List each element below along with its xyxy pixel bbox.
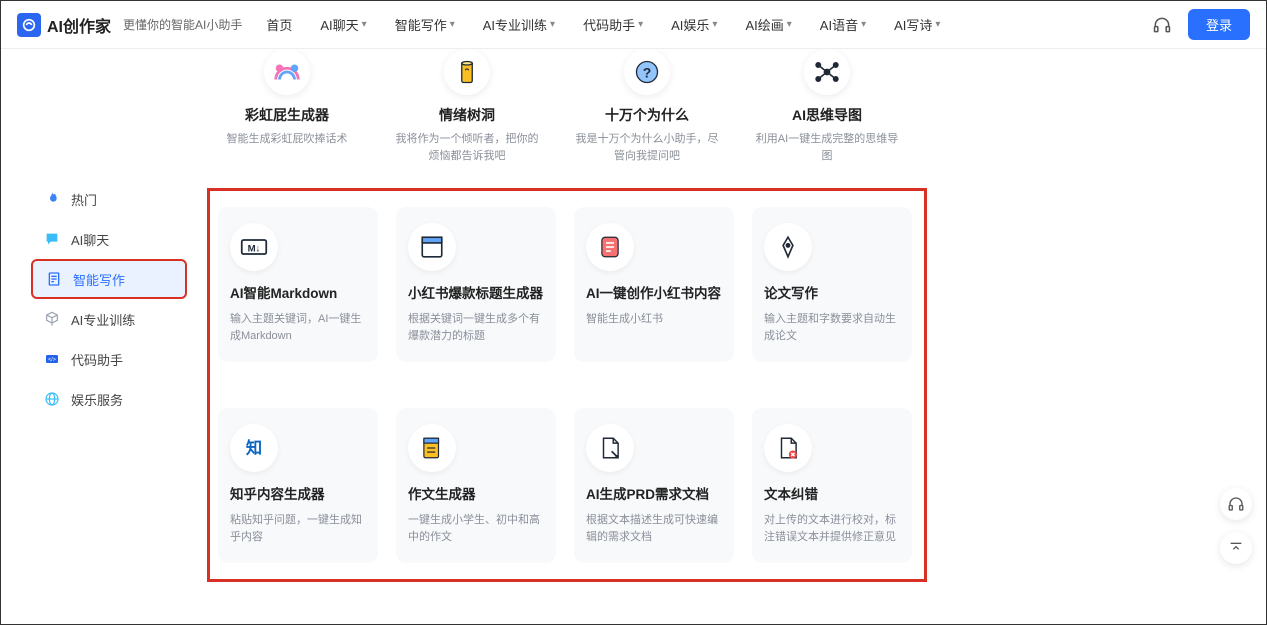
error-doc-icon bbox=[774, 434, 802, 462]
card-title: 小红书爆款标题生成器 bbox=[408, 285, 544, 303]
card-zhihu[interactable]: 知 知乎内容生成器 粘贴知乎问题，一键生成知乎内容 bbox=[218, 408, 378, 563]
logo-icon bbox=[17, 13, 41, 37]
cup-icon bbox=[452, 57, 482, 87]
fire-icon bbox=[43, 190, 61, 208]
nav-code-assistant[interactable]: 代码助手▾ bbox=[583, 15, 643, 34]
essay-icon bbox=[418, 434, 446, 462]
sidebar-item-entertainment[interactable]: 娱乐服务 bbox=[31, 379, 187, 419]
sidebar-item-label: AI专业训练 bbox=[71, 310, 135, 329]
zhihu-icon: 知 bbox=[240, 434, 268, 462]
sidebar-item-label: 代码助手 bbox=[71, 350, 123, 369]
chevron-down-icon: ▾ bbox=[712, 19, 717, 30]
card-desc: 粘贴知乎问题，一键生成知乎内容 bbox=[230, 512, 366, 545]
chevron-down-icon: ▾ bbox=[935, 19, 940, 30]
card-title: 作文生成器 bbox=[408, 486, 544, 504]
card-desc: 根据关键词一键生成多个有爆款潜力的标题 bbox=[408, 311, 544, 344]
svg-text:</>: </> bbox=[48, 357, 56, 363]
card-desc: 对上传的文本进行校对，标注错误文本并提供修正意见 bbox=[764, 512, 900, 545]
chevron-down-icon: ▾ bbox=[362, 19, 367, 30]
logo[interactable]: AI创作家 bbox=[17, 13, 111, 37]
card-desc: 输入主题关键词，AI一键生成Markdown bbox=[230, 311, 366, 344]
chevron-down-icon: ▾ bbox=[861, 19, 866, 30]
markdown-icon: M↓ bbox=[240, 233, 268, 261]
nav-smart-writing[interactable]: 智能写作▾ bbox=[395, 15, 455, 34]
sidebar: 热门 AI聊天 智能写作 AI专业训练 </> 代码助手 bbox=[1, 49, 187, 624]
rainbow-icon bbox=[272, 57, 302, 87]
card-proofread[interactable]: 文本纠错 对上传的文本进行校对，标注错误文本并提供修正意见 bbox=[752, 408, 912, 563]
card-desc: 我是十万个为什么小助手，尽管向我提问吧 bbox=[573, 131, 721, 164]
svg-text:M↓: M↓ bbox=[248, 243, 261, 254]
card-title: 知乎内容生成器 bbox=[230, 486, 366, 504]
chevron-down-icon: ▾ bbox=[550, 19, 555, 30]
card-title: 情绪树洞 bbox=[439, 105, 495, 125]
card-rainbow[interactable]: 彩虹屁生成器 智能生成彩虹屁吹捧话术 bbox=[207, 49, 367, 164]
tagline: 更懂你的智能AI小助手 bbox=[123, 16, 242, 33]
card-title: AI一键创作小红书内容 bbox=[586, 285, 722, 303]
sidebar-item-label: AI聊天 bbox=[71, 230, 109, 249]
sidebar-item-label: 娱乐服务 bbox=[71, 390, 123, 409]
nav-ai-chat[interactable]: AI聊天▾ bbox=[320, 15, 366, 34]
card-prd[interactable]: AI生成PRD需求文档 根据文本描述生成可快速编辑的需求文档 bbox=[574, 408, 734, 563]
chevron-down-icon: ▾ bbox=[450, 19, 455, 30]
sidebar-item-hot[interactable]: 热门 bbox=[31, 179, 187, 219]
prd-icon bbox=[596, 434, 624, 462]
card-desc: 利用AI一键生成完整的思维导图 bbox=[753, 131, 901, 164]
window-icon bbox=[418, 233, 446, 261]
sidebar-item-training[interactable]: AI专业训练 bbox=[31, 299, 187, 339]
logo-text: AI创作家 bbox=[47, 13, 111, 37]
svg-text:?: ? bbox=[643, 64, 652, 80]
login-button[interactable]: 登录 bbox=[1188, 9, 1250, 40]
card-desc: 智能生成彩虹屁吹捧话术 bbox=[227, 131, 348, 148]
card-desc: 根据文本描述生成可快速编辑的需求文档 bbox=[586, 512, 722, 545]
chat-icon bbox=[43, 230, 61, 248]
question-icon: ? bbox=[632, 57, 662, 87]
card-tree-hole[interactable]: 情绪树洞 我将作为一个倾听者，把你的烦恼都告诉我吧 bbox=[387, 49, 547, 164]
main-nav: 首页 AI聊天▾ 智能写作▾ AI专业训练▾ 代码助手▾ AI娱乐▾ AI绘画▾… bbox=[266, 15, 1152, 34]
pen-icon bbox=[774, 233, 802, 261]
back-to-top-button[interactable] bbox=[1220, 532, 1252, 564]
card-markdown[interactable]: M↓ AI智能Markdown 输入主题关键词，AI一键生成Markdown bbox=[218, 207, 378, 362]
card-desc: 输入主题和字数要求自动生成论文 bbox=[764, 311, 900, 344]
globe-icon bbox=[43, 390, 61, 408]
cube-icon bbox=[43, 310, 61, 328]
card-why[interactable]: ? 十万个为什么 我是十万个为什么小助手，尽管向我提问吧 bbox=[567, 49, 727, 164]
chevron-down-icon: ▾ bbox=[638, 19, 643, 30]
card-xiaohongshu-content[interactable]: AI一键创作小红书内容 智能生成小红书 bbox=[574, 207, 734, 362]
nav-ai-training[interactable]: AI专业训练▾ bbox=[483, 15, 555, 34]
card-xiaohongshu-title[interactable]: 小红书爆款标题生成器 根据关键词一键生成多个有爆款潜力的标题 bbox=[396, 207, 556, 362]
card-title: 文本纠错 bbox=[764, 486, 900, 504]
card-title: 彩虹屁生成器 bbox=[245, 105, 329, 125]
float-support-button[interactable] bbox=[1220, 488, 1252, 520]
nav-ai-poetry[interactable]: AI写诗▾ bbox=[894, 15, 940, 34]
card-title: 论文写作 bbox=[764, 285, 900, 303]
card-mindmap[interactable]: AI思维导图 利用AI一键生成完整的思维导图 bbox=[747, 49, 907, 164]
card-thesis[interactable]: 论文写作 输入主题和字数要求自动生成论文 bbox=[752, 207, 912, 362]
nav-home[interactable]: 首页 bbox=[266, 15, 292, 34]
card-title: 十万个为什么 bbox=[605, 105, 689, 125]
card-essay[interactable]: 作文生成器 一键生成小学生、初中和高中的作文 bbox=[396, 408, 556, 563]
nav-ai-entertainment[interactable]: AI娱乐▾ bbox=[671, 15, 717, 34]
svg-text:知: 知 bbox=[246, 439, 262, 458]
note-icon bbox=[596, 233, 624, 261]
writing-tools-grid: M↓ AI智能Markdown 输入主题关键词，AI一键生成Markdown 小… bbox=[207, 188, 927, 582]
card-desc: 智能生成小红书 bbox=[586, 311, 722, 328]
nav-ai-voice[interactable]: AI语音▾ bbox=[820, 15, 866, 34]
card-title: AI思维导图 bbox=[792, 105, 862, 125]
sidebar-item-label: 智能写作 bbox=[73, 270, 125, 289]
doc-icon bbox=[45, 270, 63, 288]
sidebar-item-chat[interactable]: AI聊天 bbox=[31, 219, 187, 259]
chevron-down-icon: ▾ bbox=[787, 19, 792, 30]
sidebar-item-label: 热门 bbox=[71, 190, 97, 209]
mindmap-icon bbox=[812, 57, 842, 87]
card-title: AI生成PRD需求文档 bbox=[586, 486, 722, 504]
card-desc: 我将作为一个倾听者，把你的烦恼都告诉我吧 bbox=[393, 131, 541, 164]
support-icon[interactable] bbox=[1152, 15, 1172, 35]
card-title: AI智能Markdown bbox=[230, 285, 366, 303]
card-desc: 一键生成小学生、初中和高中的作文 bbox=[408, 512, 544, 545]
code-icon: </> bbox=[43, 350, 61, 368]
sidebar-item-writing[interactable]: 智能写作 bbox=[31, 259, 187, 299]
nav-ai-drawing[interactable]: AI绘画▾ bbox=[745, 15, 791, 34]
sidebar-item-code[interactable]: </> 代码助手 bbox=[31, 339, 187, 379]
